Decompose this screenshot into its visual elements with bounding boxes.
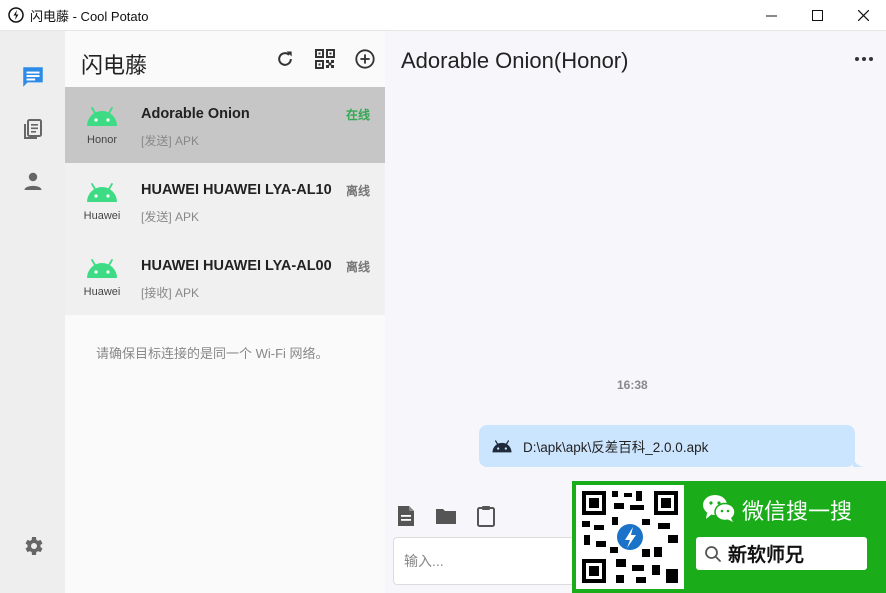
refresh-button[interactable] xyxy=(273,47,297,71)
nav-messages[interactable] xyxy=(20,64,46,90)
maximize-button[interactable] xyxy=(794,0,840,31)
settings-icon xyxy=(25,537,43,555)
watermark-search-box: 新软师兄 xyxy=(696,537,867,570)
watermark-search-text: 新软师兄 xyxy=(728,545,805,566)
minimize-button[interactable] xyxy=(748,0,794,31)
device-panel: 闪电藤 Honor Adorable Onion 在线 [发送] APK Hua… xyxy=(65,31,385,593)
folder-icon xyxy=(436,509,456,524)
contacts-icon xyxy=(24,172,42,190)
message-file-path: D:\apk\apk\反差百科_2.0.0.apk xyxy=(523,440,709,455)
nav-contacts[interactable] xyxy=(20,168,46,194)
device-name: Adorable Onion xyxy=(141,106,250,122)
send-document-button[interactable] xyxy=(395,505,417,527)
device-brand: Honor xyxy=(87,134,117,146)
bubble-tail xyxy=(853,457,865,467)
device-name: HUAWEI HUAWEI LYA-AL10 xyxy=(141,182,332,198)
watermark-title: 微信搜一搜 xyxy=(742,499,853,524)
chat-title: Adorable Onion(Honor) xyxy=(401,48,629,73)
window-title: 闪电藤 - Cool Potato xyxy=(30,8,149,24)
add-circle-icon xyxy=(355,49,375,69)
window-controls xyxy=(748,0,886,31)
settings-button[interactable] xyxy=(20,533,46,559)
device-item[interactable]: Huawei HUAWEI HUAWEI LYA-AL10 离线 [发送] AP… xyxy=(65,163,385,239)
clipboard-icon xyxy=(477,506,495,527)
app-lightning-icon xyxy=(8,7,24,23)
wechat-icon xyxy=(703,495,736,522)
compose-toolbar xyxy=(395,505,497,527)
qr-code-button[interactable] xyxy=(313,47,337,71)
panel-title: 闪电藤 xyxy=(81,53,148,78)
device-list: Honor Adorable Onion 在线 [发送] APK Huawei … xyxy=(65,87,385,315)
maximize-icon xyxy=(811,10,823,21)
wifi-hint: 请确保目标连接的是同一个 Wi-Fi 网络。 xyxy=(96,346,329,361)
qr-code-icon xyxy=(315,49,335,69)
android-icon xyxy=(87,183,117,202)
document-icon xyxy=(398,506,414,526)
search-icon xyxy=(705,545,721,562)
paste-clipboard-button[interactable] xyxy=(475,505,497,527)
device-item[interactable]: Huawei HUAWEI HUAWEI LYA-AL00 离线 [接收] AP… xyxy=(65,239,385,315)
refresh-icon xyxy=(278,51,292,66)
messages-icon xyxy=(23,67,43,87)
android-icon xyxy=(492,440,512,453)
add-device-button[interactable] xyxy=(353,47,377,71)
device-status: 在线 xyxy=(345,108,370,122)
message-time-text: 16:38 xyxy=(617,378,648,392)
nav-files[interactable] xyxy=(20,116,46,142)
more-options-icon[interactable] xyxy=(852,51,876,67)
android-icon xyxy=(87,259,117,278)
device-status: 离线 xyxy=(345,260,370,274)
device-brand: Huawei xyxy=(83,210,121,222)
send-folder-button[interactable] xyxy=(435,505,457,527)
minimize-icon xyxy=(765,15,777,17)
device-item[interactable]: Honor Adorable Onion 在线 [发送] APK xyxy=(65,87,385,163)
android-icon xyxy=(87,107,117,126)
panel-actions xyxy=(273,47,377,71)
close-icon xyxy=(857,10,869,21)
device-last-action: [发送] APK xyxy=(141,134,200,148)
device-last-action: [接收] APK xyxy=(141,286,200,300)
close-button[interactable] xyxy=(840,0,886,31)
qr-code-image xyxy=(576,485,684,589)
title-bar: 闪电藤 - Cool Potato xyxy=(0,0,886,31)
device-name: HUAWEI HUAWEI LYA-AL00 xyxy=(141,258,332,274)
device-brand: Huawei xyxy=(83,286,121,298)
device-status: 离线 xyxy=(345,184,370,198)
nav-rail xyxy=(0,31,65,593)
message-bubble[interactable]: D:\apk\apk\反差百科_2.0.0.apk xyxy=(479,425,855,467)
wechat-watermark: 微信搜一搜 新软师兄 xyxy=(572,481,886,593)
device-last-action: [发送] APK xyxy=(141,210,200,224)
files-icon xyxy=(24,119,42,139)
